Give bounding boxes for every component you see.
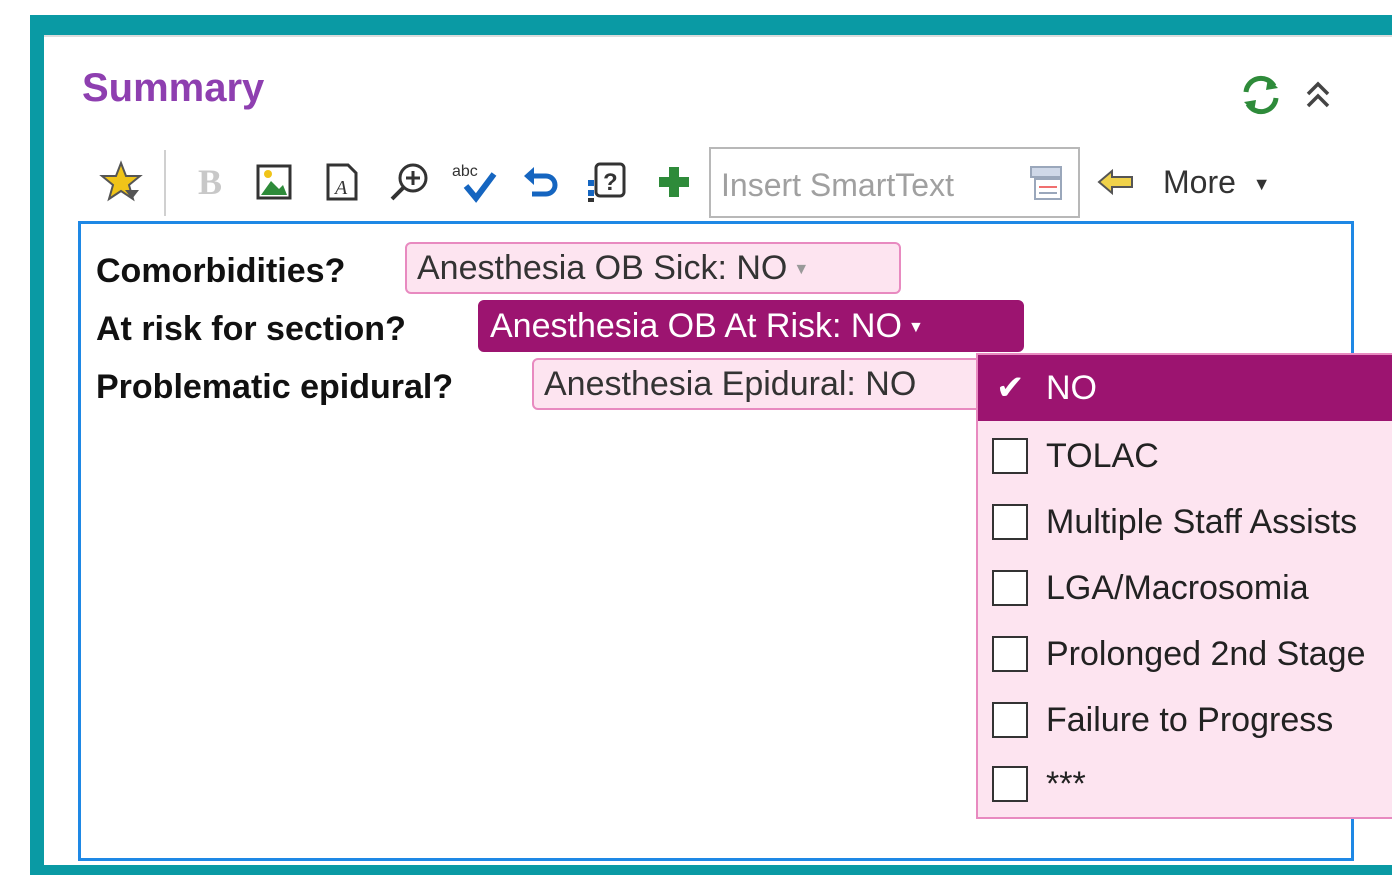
svg-text:?: ? (603, 169, 618, 196)
option-label: NO (1046, 368, 1097, 407)
spell-check-icon[interactable]: abc (450, 160, 498, 204)
document-icon[interactable]: A (322, 160, 362, 204)
dropdown-option[interactable]: ✔ NO (978, 355, 1392, 421)
checkbox[interactable] (992, 636, 1028, 672)
dropdown-option[interactable]: Multiple Staff Assists (978, 489, 1392, 555)
dropdown-option[interactable]: *** (978, 751, 1392, 817)
smartlist-chip[interactable]: Anesthesia OB Sick: NO ▼ (405, 242, 901, 294)
option-label: Failure to Progress (1046, 700, 1334, 739)
option-label: *** (1046, 764, 1086, 803)
question-label: Comorbidities? (96, 252, 346, 290)
smarttext-placeholder: Insert SmartText (721, 167, 954, 203)
section-title: Summary (82, 66, 265, 110)
chip-label: Anesthesia OB At Risk: NO (490, 307, 902, 345)
dropdown-option[interactable]: Prolonged 2nd Stage (978, 621, 1392, 687)
checkbox[interactable] (992, 570, 1028, 606)
refresh-icon[interactable] (1238, 72, 1284, 123)
chevron-down-icon: ▼ (793, 261, 810, 279)
smartlist-chip[interactable]: Anesthesia Epidural: NO (532, 358, 1002, 410)
smarttext-list-icon[interactable] (1029, 165, 1065, 208)
checkbox[interactable] (992, 504, 1028, 540)
smartlist-chip-active[interactable]: Anesthesia OB At Risk: NO ▼ (478, 300, 1024, 352)
option-label: LGA/Macrosomia (1046, 568, 1309, 607)
add-icon[interactable] (652, 160, 696, 204)
dropdown-option[interactable]: LGA/Macrosomia (978, 555, 1392, 621)
checkbox[interactable] (992, 438, 1028, 474)
help-field-icon[interactable]: ? (582, 160, 630, 204)
checkbox[interactable] (992, 702, 1028, 738)
arrow-left-icon[interactable] (1094, 160, 1138, 204)
option-label: Prolonged 2nd Stage (1046, 634, 1366, 673)
toolbar-separator (164, 150, 166, 216)
smartlist-dropdown: ✔ NO TOLAC Multiple Staff Assists LGA/Ma… (976, 353, 1392, 819)
option-label: Multiple Staff Assists (1046, 502, 1358, 541)
dropdown-option[interactable]: Failure to Progress (978, 687, 1392, 753)
more-label: More (1163, 164, 1236, 200)
question-label: At risk for section? (96, 310, 406, 348)
undo-icon[interactable] (518, 160, 562, 204)
image-icon[interactable] (252, 160, 296, 204)
zoom-in-icon[interactable] (386, 160, 432, 204)
double-chevron-up-icon[interactable] (1302, 78, 1334, 117)
smarttext-input[interactable]: Insert SmartText (709, 147, 1080, 218)
checkmark-icon: ✔ (996, 369, 1025, 407)
checkbox[interactable] (992, 766, 1028, 802)
option-label: TOLAC (1046, 436, 1159, 475)
bold-icon[interactable]: B (190, 160, 230, 204)
more-menu[interactable]: More ▼ (1163, 164, 1271, 201)
chevron-down-icon: ▼ (1252, 174, 1271, 195)
svg-text:A: A (333, 177, 348, 199)
question-label: Problematic epidural? (96, 368, 454, 406)
chip-label: Anesthesia OB Sick: NO (417, 249, 788, 287)
chip-label: Anesthesia Epidural: NO (544, 365, 917, 403)
dropdown-option[interactable]: TOLAC (978, 423, 1392, 489)
star-icon[interactable] (96, 160, 146, 204)
svg-text:abc: abc (452, 163, 478, 180)
chevron-down-icon: ▼ (907, 319, 924, 337)
